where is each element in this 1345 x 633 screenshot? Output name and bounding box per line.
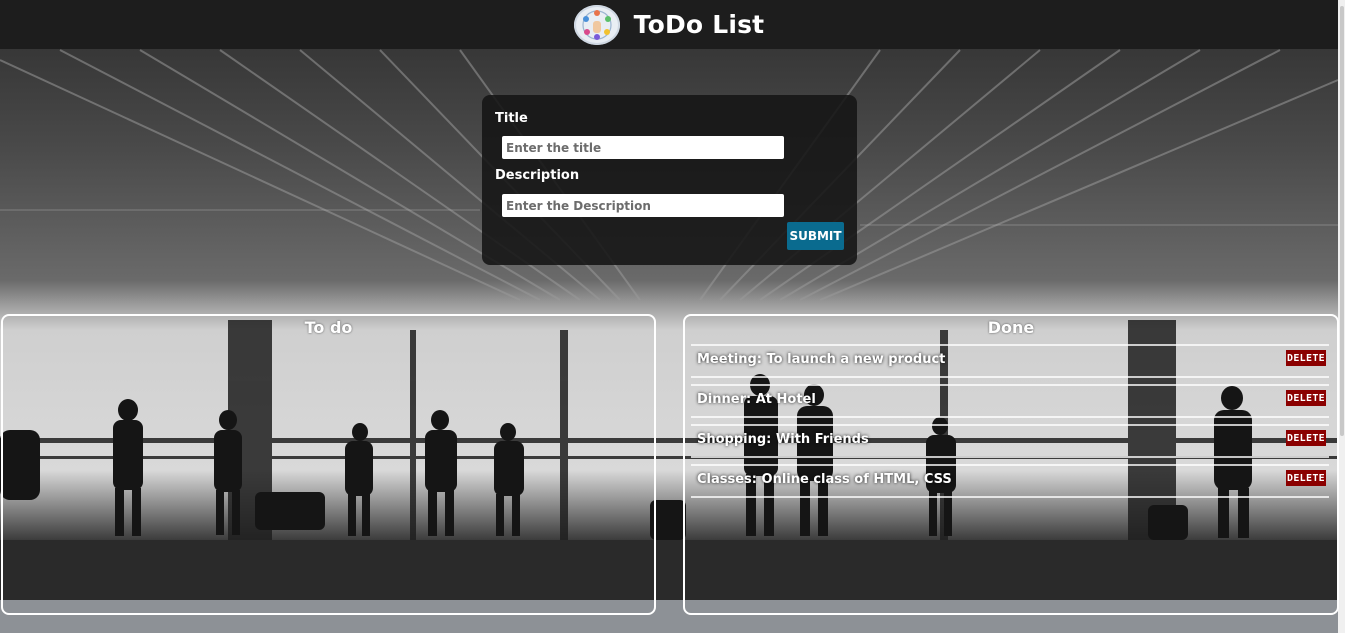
done-item: Meeting: To launch a new product DELETE xyxy=(685,344,1335,378)
delete-button[interactable]: DELETE xyxy=(1286,430,1326,446)
item-divider xyxy=(691,424,1329,426)
done-item: Dinner: At Hotel DELETE xyxy=(685,384,1335,418)
app-title: ToDo List xyxy=(633,10,765,39)
done-item: Shopping: With Friends DELETE xyxy=(685,424,1335,458)
done-panel: Done Meeting: To launch a new product DE… xyxy=(683,314,1339,615)
app-header: ToDo List xyxy=(0,0,1338,49)
people-network-logo-icon xyxy=(573,4,620,45)
item-divider xyxy=(691,496,1329,498)
done-item: Classes: Online class of HTML, CSS DELET… xyxy=(685,464,1335,498)
todo-heading: To do xyxy=(304,318,353,337)
item-divider xyxy=(691,416,1329,418)
title-input[interactable] xyxy=(502,136,784,159)
scrollbar-thumb[interactable] xyxy=(1340,6,1344,436)
done-heading: Done xyxy=(987,318,1035,337)
done-item-text: Meeting: To launch a new product xyxy=(697,352,946,367)
delete-button[interactable]: DELETE xyxy=(1286,350,1326,366)
done-item-text: Classes: Online class of HTML, CSS xyxy=(697,472,952,487)
delete-button[interactable]: DELETE xyxy=(1286,470,1326,486)
submit-button[interactable]: SUBMIT xyxy=(787,222,844,250)
title-label: Title xyxy=(495,111,528,126)
description-input[interactable] xyxy=(502,194,784,217)
item-divider xyxy=(691,376,1329,378)
item-divider xyxy=(691,384,1329,386)
item-divider xyxy=(691,456,1329,458)
todo-panel: To do xyxy=(1,314,656,615)
description-label: Description xyxy=(495,168,580,183)
item-divider xyxy=(691,464,1329,466)
add-todo-form: Title Description SUBMIT xyxy=(482,95,857,265)
item-divider xyxy=(691,344,1329,346)
delete-button[interactable]: DELETE xyxy=(1286,390,1326,406)
done-item-text: Shopping: With Friends xyxy=(697,432,869,447)
done-item-text: Dinner: At Hotel xyxy=(697,392,816,407)
